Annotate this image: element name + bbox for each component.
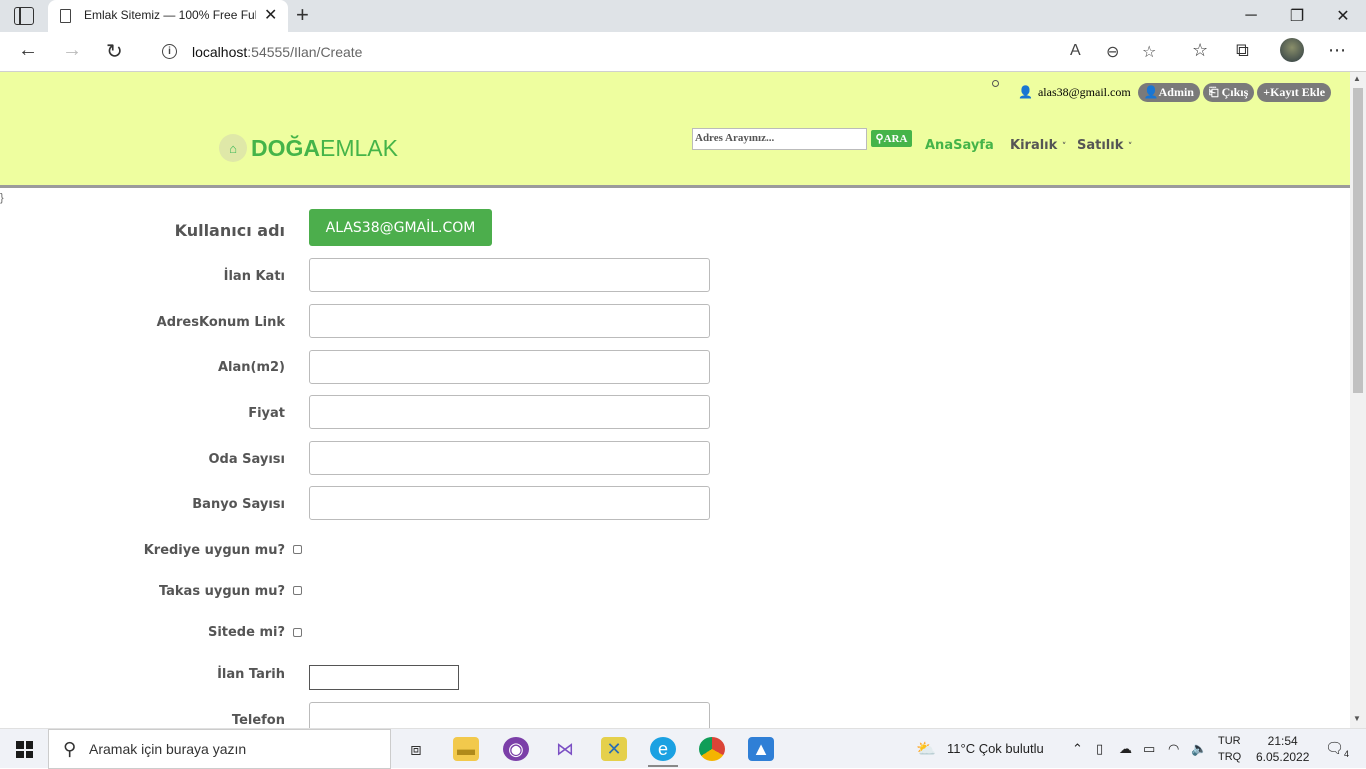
taskbar-search-text: Aramak için buraya yazın: [89, 741, 247, 757]
profile-avatar[interactable]: [1280, 38, 1304, 62]
visual-studio-icon[interactable]: ⋈: [552, 737, 578, 761]
notification-icon[interactable]: 🗨4: [1325, 739, 1349, 759]
in-site-label: Sitede mi?: [207, 625, 285, 640]
rooms-input[interactable]: [309, 441, 710, 475]
tab-actions-icon[interactable]: [14, 7, 34, 25]
app-icon[interactable]: ✕: [601, 737, 627, 761]
volume-icon[interactable]: 🔈: [1191, 741, 1207, 757]
read-aloud-icon[interactable]: A: [1070, 42, 1081, 60]
site-info-icon[interactable]: i: [162, 44, 177, 59]
site-logo[interactable]: ⌂ DOĞAEMLAK: [219, 134, 398, 162]
rooms-label: Oda Sayısı: [208, 452, 285, 467]
url-bar[interactable]: i localhost:54555/Ilan/Create A ⊖ ☆: [144, 36, 1174, 68]
zoom-out-icon[interactable]: ⊖: [1106, 42, 1119, 62]
swap-label: Takas uygun mu?: [158, 584, 285, 599]
add-favorite-icon[interactable]: ☆: [1142, 42, 1156, 62]
chevron-down-icon: ˅: [1127, 142, 1133, 152]
date-label: İlan Tarih: [217, 667, 285, 682]
menu-home[interactable]: AnaSayfa: [925, 138, 994, 153]
logout-button[interactable]: ⎗ Çıkış: [1202, 83, 1255, 102]
back-icon[interactable]: ←: [18, 39, 38, 62]
photos-icon[interactable]: ▲: [748, 737, 774, 761]
edge-browser-icon[interactable]: e: [650, 737, 676, 761]
user-area: 👤 alas38@gmail.com 👤Admin ⎗ Çıkış +Kayıt…: [990, 83, 1332, 102]
swap-checkbox[interactable]: [293, 586, 302, 595]
username-label: Kullanıcı adı: [174, 221, 285, 240]
site-header: 👤 alas38@gmail.com 👤Admin ⎗ Çıkış +Kayıt…: [0, 72, 1350, 188]
search-icon: ⚲: [63, 739, 77, 759]
credit-label: Krediye uygun mu?: [143, 543, 285, 558]
scroll-up-icon[interactable]: ▲: [1353, 74, 1361, 83]
area-label: Alan(m2): [217, 360, 285, 375]
phone-label: Telefon: [231, 713, 285, 728]
file-explorer-icon[interactable]: ▬: [453, 737, 479, 761]
location-link-input[interactable]: [309, 304, 710, 338]
github-desktop-icon[interactable]: ◉: [503, 737, 529, 761]
onedrive-icon[interactable]: ☁: [1119, 741, 1132, 757]
close-window-icon[interactable]: ✕: [1320, 0, 1366, 32]
price-label: Fiyat: [248, 406, 285, 421]
scroll-down-icon[interactable]: ▼: [1353, 714, 1361, 723]
baths-label: Banyo Sayısı: [192, 497, 285, 512]
forward-icon[interactable]: →: [62, 39, 82, 62]
address-toolbar: ← → ↻ i localhost:54555/Ilan/Create A ⊖ …: [0, 32, 1366, 72]
location-link-label: AdresKonum Link: [156, 315, 285, 330]
add-record-button[interactable]: +Kayıt Ekle: [1257, 83, 1332, 102]
clock[interactable]: 21:54 6.05.2022: [1256, 733, 1309, 765]
wifi-icon[interactable]: ◠: [1168, 741, 1179, 757]
page-scrollbar[interactable]: ▲ ▼: [1350, 72, 1366, 728]
more-menu-icon[interactable]: ⋯: [1328, 40, 1346, 61]
restore-icon[interactable]: ❐: [1274, 0, 1320, 32]
tray-chevron-icon[interactable]: ⌃: [1072, 741, 1083, 757]
tab-close-icon[interactable]: ✕: [264, 5, 277, 25]
scroll-thumb[interactable]: [1353, 88, 1363, 393]
page-icon: [60, 9, 71, 23]
baths-input[interactable]: [309, 486, 710, 520]
weather-icon[interactable]: ⛅: [916, 739, 936, 759]
chrome-icon[interactable]: [699, 737, 725, 761]
new-tab-icon[interactable]: +: [296, 2, 309, 28]
chevron-down-icon: ˅: [1061, 142, 1067, 152]
home-icon: ⌂: [219, 134, 247, 162]
search-button[interactable]: ⚲ ARA: [871, 130, 912, 147]
refresh-icon[interactable]: ↻: [106, 39, 123, 64]
price-input[interactable]: [309, 395, 710, 429]
url-text[interactable]: localhost:54555/Ilan/Create: [192, 44, 362, 60]
collections-icon[interactable]: ⧉: [1236, 40, 1249, 61]
menu-sale[interactable]: Satılık ˅: [1077, 138, 1132, 153]
admin-button[interactable]: 👤Admin: [1137, 83, 1200, 102]
window-controls: ─ ❐ ✕: [1228, 0, 1366, 32]
user-email: alas38@gmail.com: [1037, 85, 1131, 99]
taskbar: ⚲ Aramak için buraya yazın ⧈ ▬ ◉ ⋈ ✕ e ▲…: [0, 728, 1366, 769]
battery-icon[interactable]: ▭: [1143, 741, 1155, 757]
address-search-input[interactable]: Adres Arayınız...: [692, 128, 867, 150]
floor-input[interactable]: [309, 258, 710, 292]
windows-start-icon[interactable]: [16, 741, 33, 758]
date-input[interactable]: [309, 665, 459, 690]
phone-input[interactable]: [309, 702, 710, 728]
credit-checkbox[interactable]: [293, 545, 302, 554]
tab-title: Emlak Sitemiz — 100% Free Fully: [84, 8, 256, 22]
user-icon: 👤: [1018, 85, 1033, 99]
task-view-icon[interactable]: ⧈: [403, 737, 429, 761]
menu-rent[interactable]: Kiralık ˅: [1010, 138, 1066, 153]
favorites-icon[interactable]: ☆: [1192, 40, 1208, 61]
active-app-indicator: [648, 765, 678, 767]
floor-label: İlan Katı: [223, 269, 285, 284]
logo-text: DOĞAEMLAK: [251, 134, 398, 161]
language-indicator[interactable]: TUR TRQ: [1218, 733, 1241, 765]
taskbar-search[interactable]: ⚲ Aramak için buraya yazın: [48, 729, 391, 769]
web-page: 👤 alas38@gmail.com 👤Admin ⎗ Çıkış +Kayıt…: [0, 72, 1350, 728]
stray-text: }: [0, 192, 4, 204]
weather-text[interactable]: 11°C Çok bulutlu: [947, 741, 1044, 756]
browser-tab-strip: Emlak Sitemiz — 100% Free Fully ✕ + ─ ❐ …: [0, 0, 1366, 32]
in-site-checkbox[interactable]: [293, 628, 302, 637]
minimize-icon[interactable]: ─: [1228, 0, 1274, 32]
username-value-button[interactable]: ALAS38@GMAİL.COM: [309, 209, 492, 246]
device-icon[interactable]: ▯: [1096, 741, 1103, 757]
browser-tab[interactable]: Emlak Sitemiz — 100% Free Fully ✕: [48, 0, 288, 32]
area-input[interactable]: [309, 350, 710, 384]
